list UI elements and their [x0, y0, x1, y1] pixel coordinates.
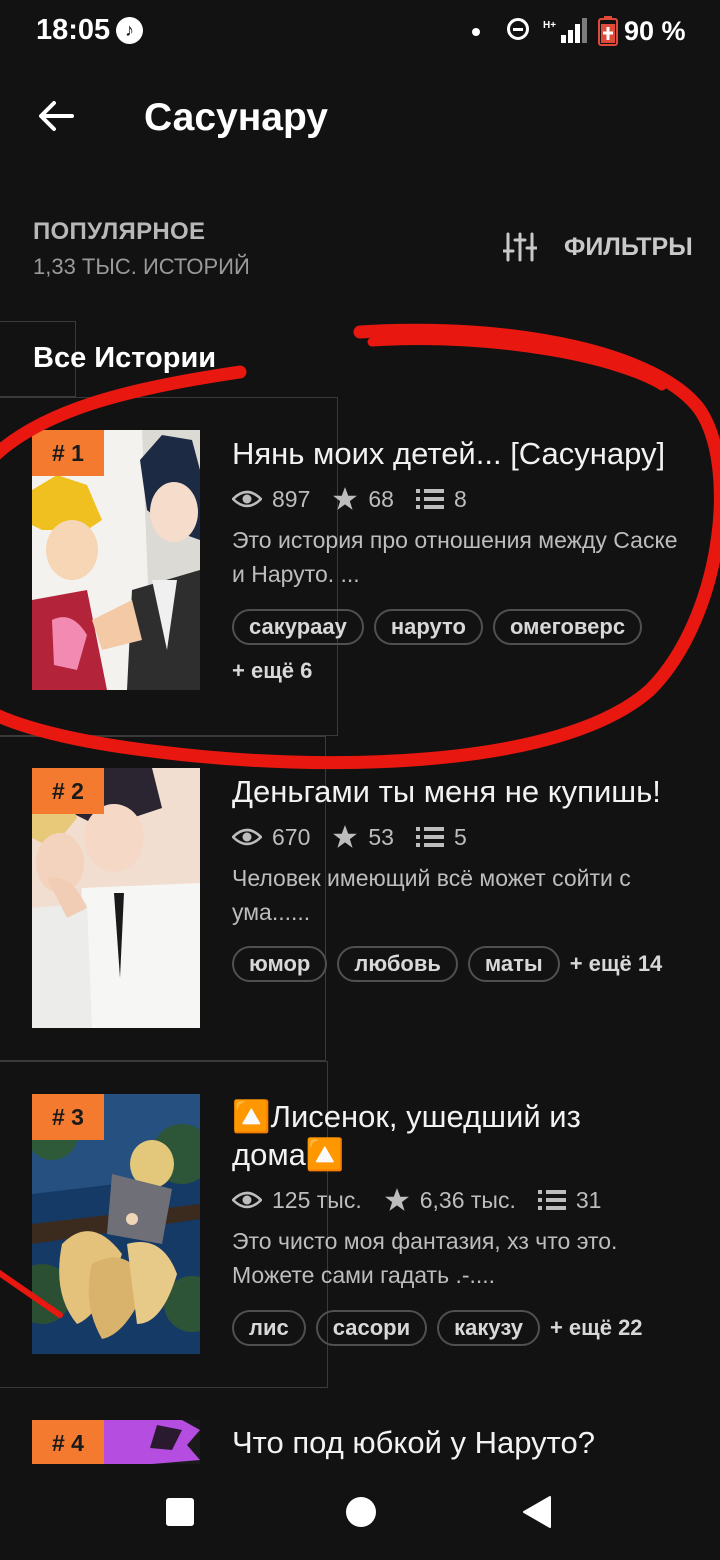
story-cover[interactable]: # 1 [32, 430, 200, 690]
back-triangle-icon[interactable] [522, 1495, 552, 1529]
views-eye-icon [232, 828, 262, 846]
rank-badge: # 3 [32, 1094, 104, 1140]
status-time: 18:05 [36, 14, 111, 46]
story-description: Человек имеющий всё может сойти с ума...… [232, 865, 631, 925]
page-title: Сасунару [144, 96, 328, 139]
parts-count: 31 [575, 1186, 602, 1213]
story-description: Это чисто моя фантазия, хз что это. Може… [232, 1228, 618, 1288]
more-tags-link[interactable]: + ещё 14 [570, 951, 663, 977]
story-description: Это история про отношения между Саске и … [232, 527, 678, 587]
story-cover[interactable]: # 2 [32, 768, 200, 1028]
filter-sliders-icon[interactable] [503, 232, 537, 262]
story-count: 1,33 ТЫС. ИСТОРИЙ [33, 254, 250, 279]
tag-chip[interactable]: наруто [373, 609, 483, 645]
votes-count: 53 [368, 823, 394, 850]
svg-text:H+: H+ [543, 20, 556, 31]
story-cover[interactable]: # 3 [32, 1094, 200, 1354]
votes-star-icon [333, 487, 358, 510]
story-title[interactable]: Нянь моих детей... [Сасунару] [232, 435, 702, 473]
rank-badge: # 4 [32, 1420, 104, 1464]
story-cover[interactable]: # 4 [32, 1420, 200, 1464]
battery-icon [598, 16, 618, 46]
notification-dot-icon [472, 28, 480, 36]
views-count: 125 тыс. [272, 1186, 362, 1213]
tag-chip[interactable]: омеговерс [492, 609, 643, 645]
parts-list-icon [415, 827, 444, 847]
back-arrow-icon[interactable] [36, 96, 76, 136]
tag-chip[interactable]: какузу [437, 1310, 540, 1346]
views-eye-icon [232, 1191, 262, 1209]
votes-count: 6,36 тыс. [419, 1186, 516, 1213]
story-stats: 125 тыс. 6,36 тыс. 31 [232, 1185, 623, 1215]
tag-list: сакураау наруто омеговерс [232, 609, 652, 645]
tag-list: лис сасори какузу + ещё 22 [232, 1310, 643, 1346]
home-circle-icon[interactable] [346, 1497, 376, 1527]
parts-list-icon [415, 489, 444, 509]
votes-star-icon [384, 1188, 409, 1211]
more-tags-link[interactable]: + ещё 6 [232, 658, 312, 684]
more-tags-link[interactable]: + ещё 22 [550, 1315, 643, 1341]
story-stats: 897 68 8 [232, 484, 489, 514]
tag-chip[interactable]: сасори [315, 1310, 428, 1346]
tag-chip[interactable]: юмор [232, 946, 328, 982]
do-not-disturb-icon [507, 18, 529, 40]
rank-badge: # 1 [32, 430, 104, 476]
tag-chip[interactable]: лис [232, 1310, 306, 1346]
battery-percent: 90 % [624, 16, 686, 46]
parts-list-icon [537, 1190, 566, 1210]
story-title[interactable]: Что под юбкой у Наруто? [232, 1424, 702, 1462]
tag-chip[interactable]: любовь [337, 946, 458, 982]
votes-star-icon [333, 825, 358, 848]
tab-all-stories[interactable]: Все Истории [33, 342, 216, 375]
story-stats: 670 53 5 [232, 822, 489, 852]
tag-chip[interactable]: сакураау [232, 609, 364, 645]
tag-chip[interactable]: маты [467, 946, 560, 982]
rank-badge: # 2 [32, 768, 104, 814]
views-count: 670 [272, 823, 311, 850]
tag-list: юмор любовь маты + ещё 14 [232, 946, 662, 982]
story-title[interactable]: Деньгами ты меня не купишь! [232, 773, 702, 811]
filters-button[interactable]: ФИЛЬТРЫ [564, 233, 693, 262]
signal-icon: H+ [543, 18, 587, 43]
status-bar: 18:05 ♪ H+ 90 % [0, 0, 720, 64]
parts-count: 5 [453, 823, 467, 850]
music-icon: ♪ [116, 17, 143, 44]
parts-count: 8 [453, 485, 467, 512]
recents-square-icon[interactable] [166, 1498, 194, 1526]
views-eye-icon [232, 490, 262, 508]
sort-title[interactable]: ПОПУЛЯРНОЕ [33, 218, 205, 246]
votes-count: 68 [368, 485, 394, 512]
story-title[interactable]: 🔼Лисенок, ушедший из дома🔼 [232, 1098, 652, 1174]
views-count: 897 [272, 485, 311, 512]
